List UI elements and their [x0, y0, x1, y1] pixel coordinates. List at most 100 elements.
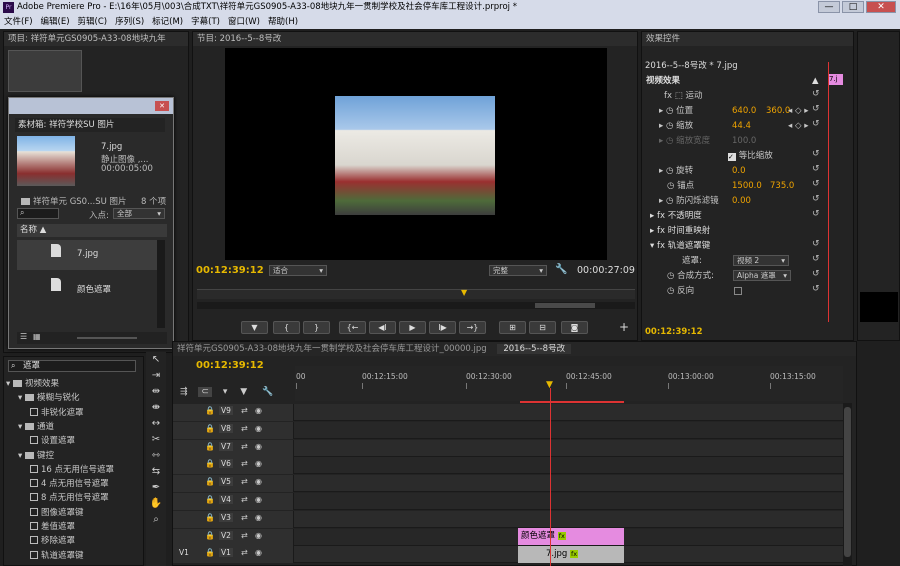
effects-tree-item[interactable]: 设置遮罩	[30, 434, 75, 448]
bin-tab[interactable]: 素材箱: 祥符学校SU 图片	[15, 118, 165, 132]
track-target-label[interactable]: V8	[219, 423, 233, 433]
bin-name-column-header[interactable]: 名称 ▲	[17, 224, 167, 237]
timeline-tab-2[interactable]: 2016--5--8号改	[497, 344, 572, 354]
keyframe-nav-icon[interactable]: ◂ ◇ ▸	[788, 104, 808, 118]
stopwatch-icon[interactable]: ◷	[667, 286, 674, 296]
pen-tool-icon[interactable]: ✒	[149, 481, 163, 495]
go-to-out-button[interactable]: →}	[459, 321, 486, 334]
anchor-x-value[interactable]: 1500.0	[732, 179, 762, 193]
mark-out-button[interactable]: }	[303, 321, 330, 334]
track-target-label[interactable]: V4	[219, 495, 233, 504]
sync-lock-icon[interactable]: ⇄	[241, 477, 248, 486]
menu-title[interactable]: 字幕(T)	[187, 17, 224, 27]
eye-icon[interactable]: ◉	[255, 459, 262, 468]
effects-tree-item[interactable]: 非锐化遮罩	[30, 406, 84, 420]
project-tab[interactable]: 项目: 祥符单元GS0905-A33-08地块九年	[4, 32, 188, 46]
stopwatch-icon[interactable]: ◷	[666, 166, 673, 176]
position-x-value[interactable]: 640.0	[732, 104, 756, 118]
bin-close-icon[interactable]: ✕	[155, 101, 169, 111]
wrench-icon[interactable]: 🔧	[555, 264, 567, 275]
expand-arrow-icon[interactable]: ▸	[659, 196, 663, 206]
reset-icon[interactable]: ↺	[812, 179, 820, 189]
effects-tree-item[interactable]: 移除遮罩	[30, 534, 75, 548]
effects-tree-item[interactable]: 16 点无用信号遮罩	[30, 463, 114, 477]
program-time-ruler[interactable]: ▼	[197, 288, 635, 299]
reset-icon[interactable]: ↺	[812, 269, 820, 279]
lock-icon[interactable]: 🔒	[205, 459, 215, 468]
scale-value[interactable]: 44.4	[732, 119, 751, 133]
track-target-label[interactable]: V5	[219, 477, 233, 487]
anchor-y-value[interactable]: 735.0	[770, 179, 794, 193]
timeline-scrollbar[interactable]	[843, 403, 852, 566]
sync-lock-icon[interactable]: ⇄	[241, 442, 248, 451]
list-view-icon[interactable]: ☰	[20, 332, 27, 341]
track-target-label[interactable]: V3	[219, 512, 233, 522]
effects-search-input[interactable]: ⌕ 遮罩	[8, 360, 136, 372]
sync-lock-icon[interactable]: ⇄	[241, 548, 248, 557]
quality-dropdown[interactable]: 完整 ▾	[489, 265, 547, 276]
rotation-value[interactable]: 0.0	[732, 164, 746, 178]
stopwatch-icon[interactable]: ◷	[666, 196, 673, 206]
menu-sequence[interactable]: 序列(S)	[111, 17, 148, 27]
expand-arrow-icon[interactable]: ▾	[18, 393, 25, 403]
uniform-scale-checkbox[interactable]: ✓	[728, 153, 736, 161]
eye-icon[interactable]: ◉	[255, 477, 262, 486]
reset-icon[interactable]: ↺	[812, 254, 820, 264]
menu-edit[interactable]: 编辑(E)	[37, 17, 74, 27]
lock-icon[interactable]: 🔒	[205, 531, 215, 540]
stopwatch-icon[interactable]: ◷	[667, 271, 674, 281]
expand-arrow-icon[interactable]: ▸	[659, 166, 663, 176]
step-forward-button[interactable]: I▶	[429, 321, 456, 334]
bin-scrollbar[interactable]	[157, 240, 165, 328]
go-to-in-button[interactable]: {←	[339, 321, 366, 334]
lock-icon[interactable]: 🔒	[205, 442, 215, 451]
collapse-arrow-icon[interactable]: ▾	[650, 241, 654, 251]
bin-item-row[interactable]: 颜色遮罩	[17, 274, 157, 304]
program-zoom-bar[interactable]	[197, 302, 635, 309]
menu-clip[interactable]: 剪辑(C)	[74, 17, 112, 27]
reset-icon[interactable]: ↺	[812, 89, 820, 99]
zoom-tool-icon[interactable]: ⌕	[149, 513, 163, 527]
ec-opacity-row[interactable]: ▸ fx 不透明度	[646, 209, 836, 223]
add-marker-button[interactable]: ▼	[241, 321, 268, 334]
clip-color-matte[interactable]: 颜色遮罩 fx	[518, 528, 624, 545]
step-back-button[interactable]: ◀I	[369, 321, 396, 334]
program-tab[interactable]: 节目: 2016--5--8号改	[193, 32, 637, 46]
source-patch-label[interactable]: V1	[179, 548, 189, 557]
bin-search-input[interactable]: ⌕	[17, 208, 59, 219]
eye-icon[interactable]: ◉	[255, 531, 262, 540]
sync-lock-icon[interactable]: ⇄	[241, 459, 248, 468]
stopwatch-icon[interactable]: ◷	[667, 181, 674, 191]
snap-icon[interactable]: ⇶	[180, 387, 188, 397]
reset-icon[interactable]: ↺	[812, 284, 820, 294]
timeline-timecode[interactable]: 00:12:39:12	[196, 360, 264, 371]
work-area-bar[interactable]	[520, 401, 624, 403]
reset-icon[interactable]: ↺	[812, 194, 820, 204]
effect-controls-tab[interactable]: 效果控件	[642, 32, 853, 46]
expand-arrow-icon[interactable]: ▾	[18, 422, 25, 432]
razor-tool-icon[interactable]: ✂	[149, 433, 163, 447]
track-select-tool-icon[interactable]: ⇥	[149, 369, 163, 383]
effects-tree-item[interactable]: ▾ 模糊与锐化	[18, 391, 79, 405]
effects-tree-item[interactable]: ▾ 键控	[18, 449, 54, 463]
export-frame-button[interactable]: ◙	[561, 321, 588, 334]
play-button[interactable]: ▶	[399, 321, 426, 334]
rolling-edit-tool-icon[interactable]: ⇼	[149, 401, 163, 415]
fit-dropdown[interactable]: 适合 ▾	[269, 265, 327, 276]
add-button[interactable]: +	[619, 320, 629, 334]
selection-tool-icon[interactable]: ↖	[149, 353, 163, 367]
expand-arrow-icon[interactable]: ▾	[18, 451, 25, 461]
reset-icon[interactable]: ↺	[812, 239, 820, 249]
zoom-bar-handle[interactable]	[535, 303, 595, 308]
rate-stretch-tool-icon[interactable]: ↔	[149, 417, 163, 431]
effects-tree-item[interactable]: ▾ 通道	[18, 420, 54, 434]
track-target-label[interactable]: V1	[219, 548, 233, 558]
lock-icon[interactable]: 🔒	[205, 513, 215, 522]
expand-arrow-icon[interactable]: ▸	[650, 211, 654, 221]
minimize-button[interactable]: —	[818, 1, 840, 13]
effects-tree-item[interactable]: 8 点无用信号遮罩	[30, 491, 109, 505]
slip-tool-icon[interactable]: ⇿	[149, 449, 163, 463]
reverse-checkbox[interactable]	[734, 287, 742, 295]
track-target-label[interactable]: V2	[219, 530, 233, 540]
lock-icon[interactable]: 🔒	[205, 548, 215, 557]
